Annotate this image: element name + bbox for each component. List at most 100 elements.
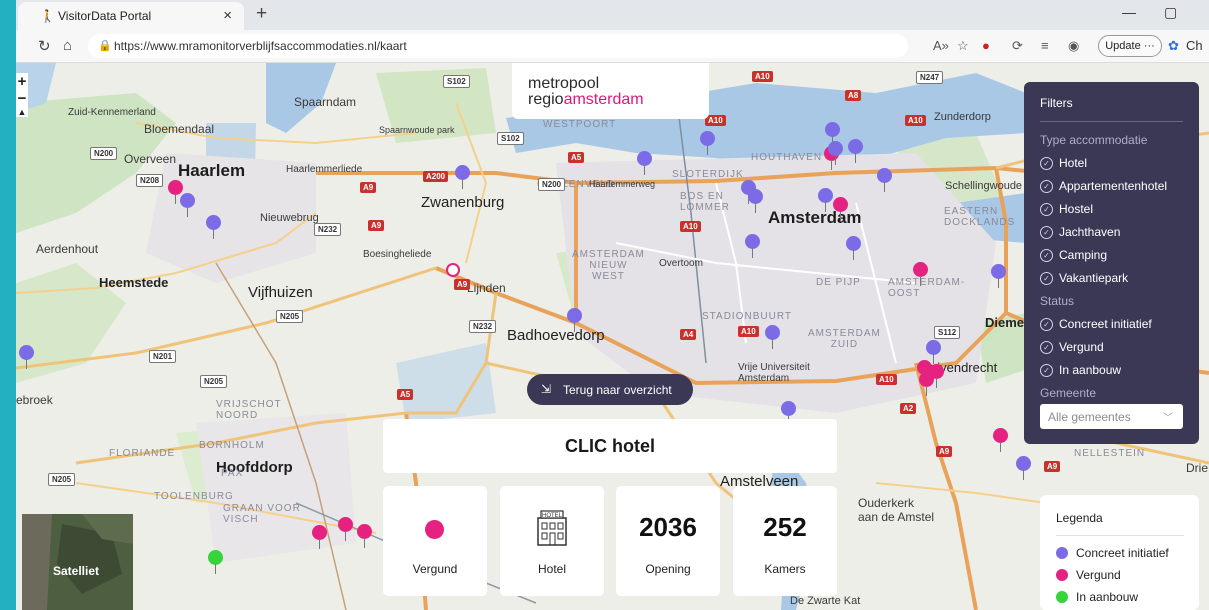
map-pin-concreet[interactable] bbox=[1016, 456, 1031, 480]
road-shield: A200 bbox=[423, 171, 449, 182]
map-label: Spaarndam bbox=[294, 95, 357, 109]
map-pin-vergund[interactable] bbox=[338, 517, 353, 541]
map-label: STADIONBUURT bbox=[702, 311, 792, 322]
tab-title: VisitorData Portal bbox=[58, 9, 152, 23]
rooms-card: 252 Kamers bbox=[733, 486, 837, 596]
map-pin-vergund[interactable] bbox=[357, 524, 372, 548]
map-label: BORNHOLM bbox=[199, 440, 265, 451]
map-pin-concreet[interactable] bbox=[748, 189, 763, 213]
divider bbox=[1040, 121, 1183, 122]
map-pin-vergund[interactable] bbox=[312, 525, 327, 549]
map-label: Zwanenburg bbox=[421, 194, 505, 211]
check-icon: ✓ bbox=[1040, 364, 1053, 377]
map-pin-concreet[interactable] bbox=[765, 325, 780, 349]
road-shield: A10 bbox=[876, 374, 897, 385]
browser-tab[interactable]: 🚶 VisitorData Portal × bbox=[18, 2, 244, 30]
map-pin-vergund[interactable] bbox=[833, 197, 848, 221]
compass-icon[interactable]: ▲ bbox=[16, 107, 28, 117]
rooms-count: 252 bbox=[763, 512, 807, 542]
map-label: GRAAN VOOR VISCH bbox=[223, 503, 301, 525]
map-label: FLORIANDE bbox=[109, 448, 176, 459]
zoom-out-button[interactable]: − bbox=[16, 90, 28, 107]
status-dot-icon bbox=[425, 520, 444, 539]
gemeente-select[interactable]: Alle gemeentes ﹀ bbox=[1040, 404, 1183, 429]
road-shield: N205 bbox=[276, 310, 304, 323]
map-label: PAX bbox=[221, 468, 244, 479]
map-pin-vergund[interactable] bbox=[919, 372, 934, 396]
walking-person-icon: 🚶 bbox=[40, 9, 55, 23]
road-shield: A9 bbox=[368, 220, 385, 231]
map-view[interactable]: Zuid-Kennemerland Bloemendaal Overveen H… bbox=[16, 63, 1209, 610]
check-icon: ✓ bbox=[1040, 249, 1053, 262]
check-icon: ✓ bbox=[1040, 203, 1053, 216]
status-heading: Status bbox=[1040, 294, 1075, 308]
map-label: Lijnden bbox=[467, 281, 506, 295]
map-pin-vergund[interactable] bbox=[913, 262, 928, 286]
map-label: Haarlemmerliede bbox=[286, 164, 363, 175]
map-pin-concreet[interactable] bbox=[455, 165, 470, 189]
map-label: AMSTERDAM NIEUW WEST bbox=[572, 249, 645, 282]
map-label: Badhoevedorp bbox=[507, 327, 605, 344]
divider bbox=[1056, 535, 1184, 536]
check-icon: ✓ bbox=[1040, 318, 1053, 331]
road-shield: A10 bbox=[905, 115, 926, 126]
map-pin-concreet[interactable] bbox=[877, 168, 892, 192]
map-pin-concreet[interactable] bbox=[637, 151, 652, 175]
home-icon[interactable]: ⌂ bbox=[63, 37, 72, 54]
back-to-overview-button[interactable]: ⇲ Terug naar overzicht bbox=[527, 374, 693, 405]
reload-icon[interactable]: ↻ bbox=[38, 37, 51, 55]
close-tab-icon[interactable]: × bbox=[223, 7, 232, 24]
map-pin-concreet[interactable] bbox=[745, 234, 760, 258]
favorite-star-icon[interactable]: ☆ bbox=[957, 38, 969, 54]
map-pin-in-aanbouw[interactable] bbox=[208, 550, 223, 574]
map-label: EASTERN DOCKLANDS bbox=[944, 206, 1016, 228]
road-shield: A10 bbox=[705, 115, 726, 126]
map-label: Nieuwebrug bbox=[260, 212, 319, 224]
map-pin-concreet[interactable] bbox=[180, 193, 195, 217]
road-shield: A9 bbox=[454, 279, 471, 290]
minimize-icon[interactable]: — bbox=[1122, 4, 1136, 20]
satellite-label: Satelliet bbox=[53, 564, 100, 578]
map-pin-concreet[interactable] bbox=[567, 308, 582, 332]
satellite-thumbnail bbox=[22, 514, 133, 610]
map-pin-vergund[interactable] bbox=[993, 428, 1008, 452]
satellite-toggle[interactable]: Satelliet bbox=[22, 514, 133, 610]
zoom-in-button[interactable]: + bbox=[16, 73, 28, 90]
legend-panel: Legenda Concreet initiatief Vergund In a… bbox=[1040, 495, 1199, 610]
address-bar[interactable]: 🔒 https://www.mramonitorverblijfsaccommo… bbox=[88, 34, 908, 58]
map-label: Boesingheliede bbox=[363, 249, 432, 260]
road-shield: A9 bbox=[936, 446, 953, 457]
road-shield: N201 bbox=[149, 350, 177, 363]
road-shield: A2 bbox=[900, 403, 917, 414]
address-toolbar: ↻ ⌂ 🔒 https://www.mramonitorverblijfsacc… bbox=[16, 30, 1209, 63]
map-pin-concreet[interactable] bbox=[818, 188, 833, 212]
favorites-list-icon[interactable]: ≡ bbox=[1041, 38, 1049, 53]
road-shield: A8 bbox=[845, 90, 862, 101]
extensions-icon[interactable]: ⟳ bbox=[1012, 38, 1023, 54]
map-label: Vijfhuizen bbox=[248, 284, 313, 301]
map-pin-concreet[interactable] bbox=[700, 131, 715, 155]
new-tab-icon[interactable]: + bbox=[256, 3, 267, 25]
map-label: Overveen bbox=[124, 152, 177, 166]
map-pin-concreet[interactable] bbox=[846, 236, 861, 260]
map-pin-concreet[interactable] bbox=[991, 264, 1006, 288]
map-pin-concreet[interactable] bbox=[206, 215, 221, 239]
update-button[interactable]: Update ··· bbox=[1098, 35, 1162, 57]
avatar[interactable]: ◉ bbox=[1068, 38, 1079, 54]
map-pin-concreet[interactable] bbox=[828, 141, 843, 165]
road-shield: A10 bbox=[680, 221, 701, 232]
road-shield: A9 bbox=[360, 182, 377, 193]
map-pin-concreet[interactable] bbox=[19, 345, 34, 369]
maximize-icon[interactable]: ▢ bbox=[1164, 4, 1177, 21]
map-label: Ouderkerk aan de Amstel bbox=[858, 496, 935, 524]
road-shield: N247 bbox=[916, 71, 944, 84]
map-pin-concreet[interactable] bbox=[848, 139, 863, 163]
copilot-icon[interactable]: ✿ bbox=[1168, 38, 1179, 54]
road-shield: N208 bbox=[136, 174, 164, 187]
opening-year: 2036 bbox=[639, 512, 697, 542]
opening-label: Opening bbox=[645, 562, 691, 576]
rooms-label: Kamers bbox=[764, 562, 806, 576]
read-aloud-icon[interactable]: A» bbox=[933, 38, 949, 53]
adblock-icon[interactable]: ● bbox=[982, 38, 990, 53]
map-label: Heemstede bbox=[99, 275, 169, 290]
